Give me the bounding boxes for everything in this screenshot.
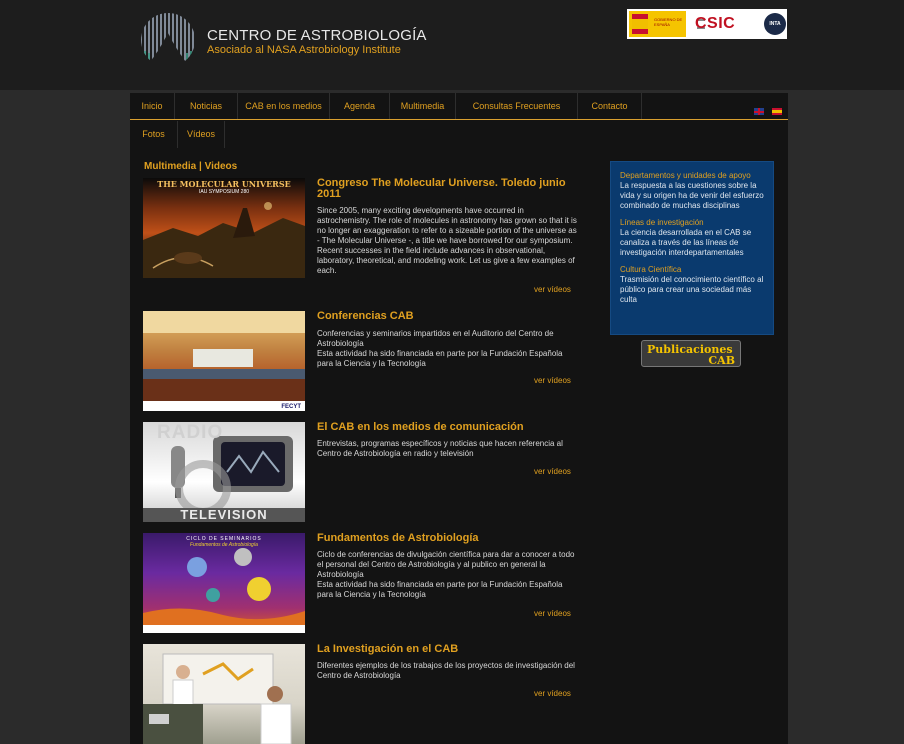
inta-logo[interactable]: INTA (764, 13, 786, 35)
nav-contacto[interactable]: Contacto (578, 93, 642, 119)
english-flag-icon[interactable] (754, 108, 764, 115)
video-description: Conferencias y seminarios impartidos en … (317, 329, 563, 368)
subnav-fotos[interactable]: Fotos (130, 121, 178, 148)
ver-videos-link[interactable]: ver vídeos (534, 376, 571, 385)
main-nav: Inicio Noticias CAB en los medios Agenda… (130, 93, 788, 120)
publicaciones-cab-label: CAB (708, 354, 735, 367)
ver-videos-link[interactable]: ver vídeos (534, 609, 571, 618)
subnav-videos[interactable]: Vídeos (178, 121, 225, 148)
video-description: Ciclo de conferencias de divulgación cie… (317, 550, 575, 599)
video-description: Since 2005, many exciting developments h… (317, 206, 577, 275)
language-switcher (746, 102, 782, 120)
main-content: Inicio Noticias CAB en los medios Agenda… (130, 93, 788, 744)
video-title[interactable]: El CAB en los medios de comunicación (317, 422, 572, 433)
nav-consultas[interactable]: Consultas Frecuentes (456, 93, 578, 119)
nav-agenda[interactable]: Agenda (330, 93, 390, 119)
fecyt-logo: FECYT (281, 404, 301, 410)
page-title: Multimedia | Videos (144, 161, 238, 172)
fundamentos-art (143, 548, 305, 633)
nav-cab-medios[interactable]: CAB en los medios (238, 93, 330, 119)
sidebar-box: Departamentos y unidades de apoyo La res… (610, 161, 774, 335)
publicaciones-button[interactable]: Publicaciones CAB (641, 340, 741, 367)
ver-videos-link[interactable]: ver vídeos (534, 285, 571, 294)
video-description: Diferentes ejemplos de los trabajos de l… (317, 661, 575, 680)
sub-nav: Fotos Vídeos (130, 121, 788, 148)
gobierno-label: GOBIERNO DE ESPAÑA (654, 17, 683, 27)
spanish-flag-icon[interactable] (772, 108, 782, 115)
lab-photo (143, 653, 292, 744)
video-thumbnail[interactable]: FECYT (143, 311, 305, 411)
video-description: Entrevistas, programas específicos y not… (317, 439, 563, 458)
sidebar-text: Trasmisión del conocimiento científico a… (620, 275, 764, 304)
thumb-radio-label: RADIO (157, 422, 224, 443)
video-title[interactable]: Fundamentos de Astrobiología (317, 533, 572, 544)
video-title[interactable]: La Investigación en el CAB (317, 644, 572, 655)
video-thumbnail[interactable]: CICLO DE SEMINARIOS Fundamentos de Astro… (143, 533, 305, 633)
site-title[interactable]: CENTRO DE ASTROBIOLOGÍA (207, 27, 427, 44)
auditorium-photo (143, 311, 305, 411)
thumb-subtitle: IAU SYMPOSIUM 280 (198, 189, 249, 195)
video-thumbnail[interactable] (143, 644, 305, 744)
thumb-tv-label: TELEVISION (180, 507, 268, 522)
video-title[interactable]: Conferencias CAB (317, 311, 572, 322)
thumb-title: THE MOLECULAR UNIVERSE (157, 179, 291, 189)
site-subtitle: Asociado al NASA Astrobiology Institute (207, 44, 401, 56)
spain-crest-icon (632, 14, 648, 34)
sidebar-link-departamentos[interactable]: Departamentos y unidades de apoyo (620, 171, 764, 181)
nav-noticias[interactable]: Noticias (175, 93, 238, 119)
sidebar-link-lineas[interactable]: Líneas de investigación (620, 218, 764, 228)
sidebar-text: La ciencia desarrollada en el CAB se can… (620, 228, 752, 257)
sidebar-text: La respuesta a las cuestiones sobre la v… (620, 181, 764, 210)
gobierno-espana-logo[interactable]: GOBIERNO DE ESPAÑA (629, 11, 686, 37)
nav-multimedia[interactable]: Multimedia (390, 93, 456, 119)
sidebar-link-cultura[interactable]: Cultura Científica (620, 265, 764, 275)
site-header: CENTRO DE ASTROBIOLOGÍA Asociado al NASA… (0, 0, 904, 90)
video-thumbnail[interactable]: RADIO TELEVISION (143, 422, 305, 522)
video-title[interactable]: Congreso The Molecular Universe. Toledo … (317, 178, 572, 200)
cab-logo-icon[interactable] (138, 13, 198, 67)
video-thumbnail[interactable]: THE MOLECULAR UNIVERSE IAU SYMPOSIUM 280 (143, 178, 305, 278)
nav-inicio[interactable]: Inicio (130, 93, 175, 119)
ver-videos-link[interactable]: ver vídeos (534, 467, 571, 476)
csic-logo[interactable]: CSIC (695, 15, 735, 33)
ver-videos-link[interactable]: ver vídeos (534, 689, 571, 698)
thumb-subtitle: Fundamentos de Astrobiología (190, 542, 258, 548)
partner-logos: GOBIERNO DE ESPAÑA CSIC INTA (627, 9, 787, 39)
